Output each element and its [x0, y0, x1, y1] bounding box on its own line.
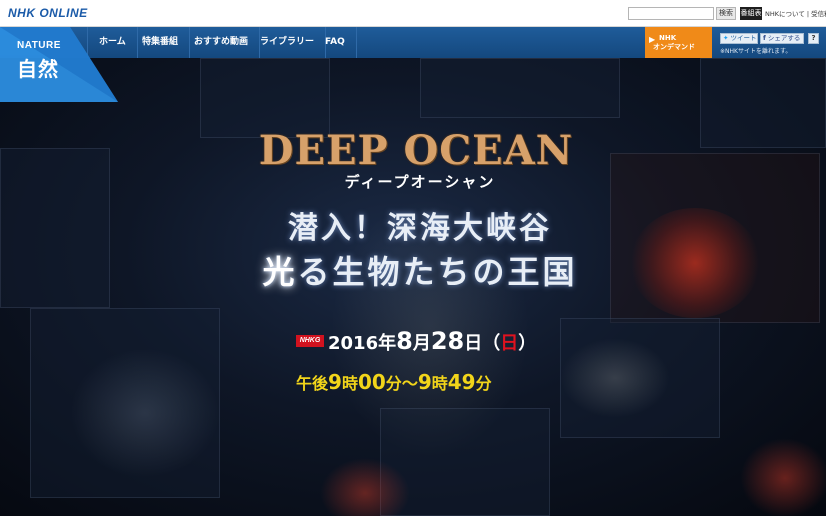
weekday-close-paren: ）	[518, 333, 537, 354]
glowing-character: 光	[262, 253, 298, 291]
ondemand-label-bottom: オンデマンド	[653, 43, 695, 51]
creature-photo-panel	[700, 58, 826, 148]
program-subtitle-line2-rest: る生物たちの王国	[297, 253, 578, 291]
ondemand-icon: ▶	[649, 35, 656, 44]
program-subtitle-line1: 潜入！深海大峡谷	[288, 211, 552, 246]
nature-label: NATURE	[17, 40, 61, 51]
search-button[interactable]: 検索	[716, 7, 736, 20]
weekday-open-paren: （	[482, 333, 501, 354]
creature-photo-panel	[200, 58, 330, 138]
start-minute: 00	[357, 370, 386, 394]
ondemand-label-top: NHK	[659, 34, 677, 42]
nav-item-specials[interactable]: 特集番組	[131, 27, 191, 58]
fish-image	[70, 348, 220, 478]
end-minute-unit: 分	[475, 374, 492, 393]
broadcast-day: 28	[430, 327, 465, 355]
day-unit: 日	[464, 333, 483, 354]
end-hour-unit: 時	[431, 374, 448, 393]
end-minute: 49	[447, 370, 476, 394]
red-creature-image	[740, 438, 826, 516]
about-nhk-link[interactable]: NHKについて | 受信料	[765, 8, 826, 18]
nature-kanji-label: 自然	[17, 57, 59, 81]
time-separator: ～	[401, 374, 418, 393]
broadcast-weekday: 日	[500, 333, 519, 354]
top-bar: NHK ONLINE 検索 番組表 NHKについて | 受信料	[0, 0, 826, 27]
program-title-kana: ディープオーシャン	[344, 173, 496, 191]
broadcast-time: 午後9時00分～9時49分	[296, 370, 492, 394]
start-minute-unit: 分	[385, 374, 402, 393]
nhk-general-channel-logo: NHKG	[296, 335, 324, 347]
end-hour: 9	[417, 370, 432, 394]
leave-site-note: ※NHKサイトを離れます。	[720, 48, 792, 55]
broadcast-date: 2016年8月28日（日）	[328, 327, 536, 355]
start-hour-unit: 時	[341, 374, 358, 393]
program-title-english: DEEP OCEAN	[258, 127, 574, 174]
twitter-icon: ✦	[723, 34, 729, 42]
broadcast-year: 2016年	[328, 333, 397, 354]
start-hour: 9	[328, 370, 342, 394]
facebook-icon: f	[763, 34, 766, 42]
time-prefix: 午後	[296, 374, 329, 393]
creature-photo-panel	[0, 148, 110, 308]
nhk-ondemand-button[interactable]: ▶ NHK オンデマンド	[645, 27, 712, 58]
facebook-share-button[interactable]: f シェアする	[760, 33, 804, 44]
broadcast-month: 8	[396, 327, 413, 355]
nhk-online-logo[interactable]: NHK ONLINE	[8, 6, 88, 20]
glowing-fish-image	[560, 338, 670, 418]
share-label: シェアする	[767, 34, 801, 42]
program-guide-button[interactable]: 番組表	[740, 7, 762, 20]
nav-item-faq[interactable]: FAQ	[314, 27, 357, 58]
program-subtitle-line2: 光る生物たちの王国	[190, 247, 650, 293]
tweet-label: ツイート	[730, 34, 757, 42]
help-button[interactable]: ?	[808, 33, 819, 44]
month-unit: 月	[412, 333, 431, 354]
search-input[interactable]	[628, 7, 714, 20]
creature-photo-panel	[420, 58, 620, 118]
tweet-button[interactable]: ✦ ツイート	[720, 33, 758, 44]
